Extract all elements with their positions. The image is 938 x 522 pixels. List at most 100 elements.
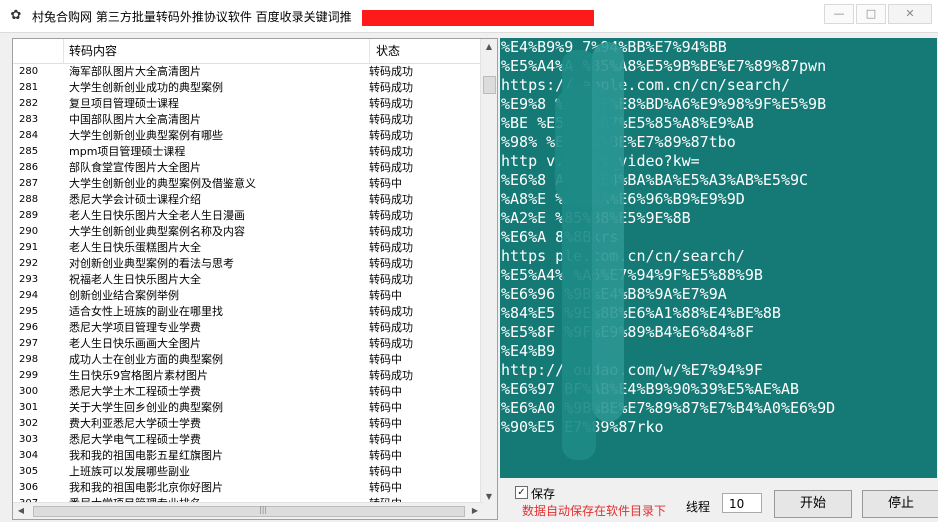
table-row[interactable]: 288 悉尼大学会计硕士课程介绍 转码成功	[13, 192, 483, 208]
table-row[interactable]: 303 悉尼大学电气工程硕士学费 转码中	[13, 432, 483, 448]
row-keyword: 悉尼大学土木工程硕士学费	[69, 385, 201, 398]
row-keyword: 大学生创新创业典型案例有哪些	[69, 129, 223, 142]
row-status: 转码成功	[369, 97, 413, 110]
blur-overlay	[592, 42, 624, 422]
row-status: 转码成功	[369, 337, 413, 350]
table-row[interactable]: 282 复旦项目管理硕士课程 转码成功	[13, 96, 483, 112]
row-index: 306	[19, 482, 39, 493]
table-row[interactable]: 289 老人生日快乐图片大全老人生日漫画 转码成功	[13, 208, 483, 224]
row-keyword: 悉尼大学电气工程硕士学费	[69, 433, 201, 446]
row-keyword: 对创新创业典型案例的看法与思考	[69, 257, 234, 270]
redaction-bar	[362, 10, 594, 26]
close-button[interactable]: ✕	[888, 4, 932, 24]
row-index: 283	[19, 114, 39, 125]
row-index: 287	[19, 178, 39, 189]
table-row[interactable]: 281 大学生创新创业成功的典型案例 转码成功	[13, 80, 483, 96]
row-keyword: 我和我的祖国电影北京你好图片	[69, 481, 223, 494]
row-keyword: 生日快乐9宫格图片素材图片	[69, 369, 208, 382]
table-row[interactable]: 283 中国部队图片大全高清图片 转码成功	[13, 112, 483, 128]
window-title: 村兔合购网 第三方批量转码外推协议软件 百度收录关键词推	[32, 10, 352, 24]
vertical-scroll-thumb[interactable]	[483, 76, 496, 94]
row-keyword: 悉尼大学会计硕士课程介绍	[69, 193, 201, 206]
table-row[interactable]: 294 创新创业结合案例举例 转码中	[13, 288, 483, 304]
control-bar: ✓ 保存 数据自动保存在软件目录下 线程 10 开始 停止	[500, 480, 938, 522]
table-row[interactable]: 293 祝福老人生日快乐图片大全 转码成功	[13, 272, 483, 288]
scroll-up-arrow-icon[interactable]: ▲	[481, 39, 497, 55]
vertical-scrollbar[interactable]: ▲ ▼	[480, 39, 497, 505]
scrollbar-corner	[481, 503, 497, 519]
row-index: 301	[19, 402, 39, 413]
rabbit-app-icon: ✿	[10, 8, 22, 23]
row-keyword: 成功人士在创业方面的典型案例	[69, 353, 223, 366]
row-index: 284	[19, 130, 39, 141]
url-log-panel[interactable]: %E4%B9%9 7%94%BB%E7%94%BB %E5%A4%A %85%A8…	[500, 38, 937, 478]
row-index: 298	[19, 354, 39, 365]
table-row[interactable]: 284 大学生创新创业典型案例有哪些 转码成功	[13, 128, 483, 144]
horizontal-scrollbar[interactable]: ◀ ||| ▶	[13, 502, 483, 519]
scroll-left-arrow-icon[interactable]: ◀	[13, 503, 29, 519]
keyword-list[interactable]: 转码内容 状态 280 海军部队图片大全高清图片 转码成功 281 大学生创新创业成功的…	[12, 38, 498, 520]
table-row[interactable]: 292 对创新创业典型案例的看法与思考 转码成功	[13, 256, 483, 272]
row-status: 转码成功	[369, 305, 413, 318]
row-status: 转码成功	[369, 161, 413, 174]
table-row[interactable]: 298 成功人士在创业方面的典型案例 转码中	[13, 352, 483, 368]
row-status: 转码成功	[369, 369, 413, 382]
row-status: 转码中	[369, 433, 402, 446]
row-index: 290	[19, 226, 39, 237]
table-row[interactable]: 286 部队食堂宣传图片大全图片 转码成功	[13, 160, 483, 176]
maximize-button[interactable]: □	[856, 4, 886, 24]
table-row[interactable]: 290 大学生创新创业典型案例名称及内容 转码成功	[13, 224, 483, 240]
row-index: 299	[19, 370, 39, 381]
header-index[interactable]	[13, 39, 64, 63]
row-index: 280	[19, 66, 39, 77]
row-status: 转码成功	[369, 145, 413, 158]
row-index: 296	[19, 322, 39, 333]
minimize-button[interactable]: —	[824, 4, 854, 24]
table-row[interactable]: 285 mpm项目管理硕士课程 转码成功	[13, 144, 483, 160]
table-row[interactable]: 302 费大利亚悉尼大学硕士学费 转码中	[13, 416, 483, 432]
table-row[interactable]: 300 悉尼大学土木工程硕士学费 转码中	[13, 384, 483, 400]
header-status[interactable]: 状态	[370, 39, 489, 63]
row-status: 转码成功	[369, 113, 413, 126]
row-keyword: 创新创业结合案例举例	[69, 289, 179, 302]
save-checkbox-label[interactable]: 保存	[531, 485, 555, 502]
row-index: 289	[19, 210, 39, 221]
table-row[interactable]: 280 海军部队图片大全高清图片 转码成功	[13, 64, 483, 80]
row-keyword: 上班族可以发展哪些副业	[69, 465, 190, 478]
table-row[interactable]: 287 大学生创新创业的典型案例及借鉴意义 转码中	[13, 176, 483, 192]
threads-input[interactable]: 10	[722, 493, 762, 513]
table-row[interactable]: 301 关于大学生回乡创业的典型案例 转码中	[13, 400, 483, 416]
start-button[interactable]: 开始	[774, 490, 852, 518]
row-status: 转码中	[369, 385, 402, 398]
row-keyword: 老人生日快乐图片大全老人生日漫画	[69, 209, 245, 222]
table-row[interactable]: 304 我和我的祖国电影五星红旗图片 转码中	[13, 448, 483, 464]
row-keyword: 部队食堂宣传图片大全图片	[69, 161, 201, 174]
row-status: 转码中	[369, 177, 402, 190]
autosave-note: 数据自动保存在软件目录下	[522, 504, 667, 518]
table-row[interactable]: 291 老人生日快乐蛋糕图片大全 转码成功	[13, 240, 483, 256]
row-index: 282	[19, 98, 39, 109]
row-keyword: 费大利亚悉尼大学硕士学费	[69, 417, 201, 430]
row-keyword: 复旦项目管理硕士课程	[69, 97, 179, 110]
table-row[interactable]: 295 适合女性上班族的副业在哪里找 转码成功	[13, 304, 483, 320]
row-keyword: 大学生创新创业典型案例名称及内容	[69, 225, 245, 238]
row-keyword: 适合女性上班族的副业在哪里找	[69, 305, 223, 318]
row-index: 300	[19, 386, 39, 397]
row-index: 293	[19, 274, 39, 285]
stop-button[interactable]: 停止	[862, 490, 938, 518]
horizontal-scroll-thumb[interactable]: |||	[33, 505, 465, 517]
row-status: 转码成功	[369, 225, 413, 238]
table-row[interactable]: 299 生日快乐9宫格图片素材图片 转码成功	[13, 368, 483, 384]
row-status: 转码中	[369, 449, 402, 462]
row-index: 294	[19, 290, 39, 301]
list-rows: 280 海军部队图片大全高清图片 转码成功 281 大学生创新创业成功的典型案例 转码成功…	[13, 64, 483, 504]
header-keyword[interactable]: 转码内容	[63, 39, 370, 63]
save-checkbox[interactable]: ✓	[515, 486, 528, 499]
grip-icon: |||	[259, 505, 268, 514]
table-row[interactable]: 297 老人生日快乐画画大全图片 转码成功	[13, 336, 483, 352]
table-row[interactable]: 296 悉尼大学项目管理专业学费 转码成功	[13, 320, 483, 336]
list-header: 转码内容 状态	[13, 39, 489, 64]
table-row[interactable]: 305 上班族可以发展哪些副业 转码中	[13, 464, 483, 480]
table-row[interactable]: 306 我和我的祖国电影北京你好图片 转码中	[13, 480, 483, 496]
row-status: 转码中	[369, 481, 402, 494]
